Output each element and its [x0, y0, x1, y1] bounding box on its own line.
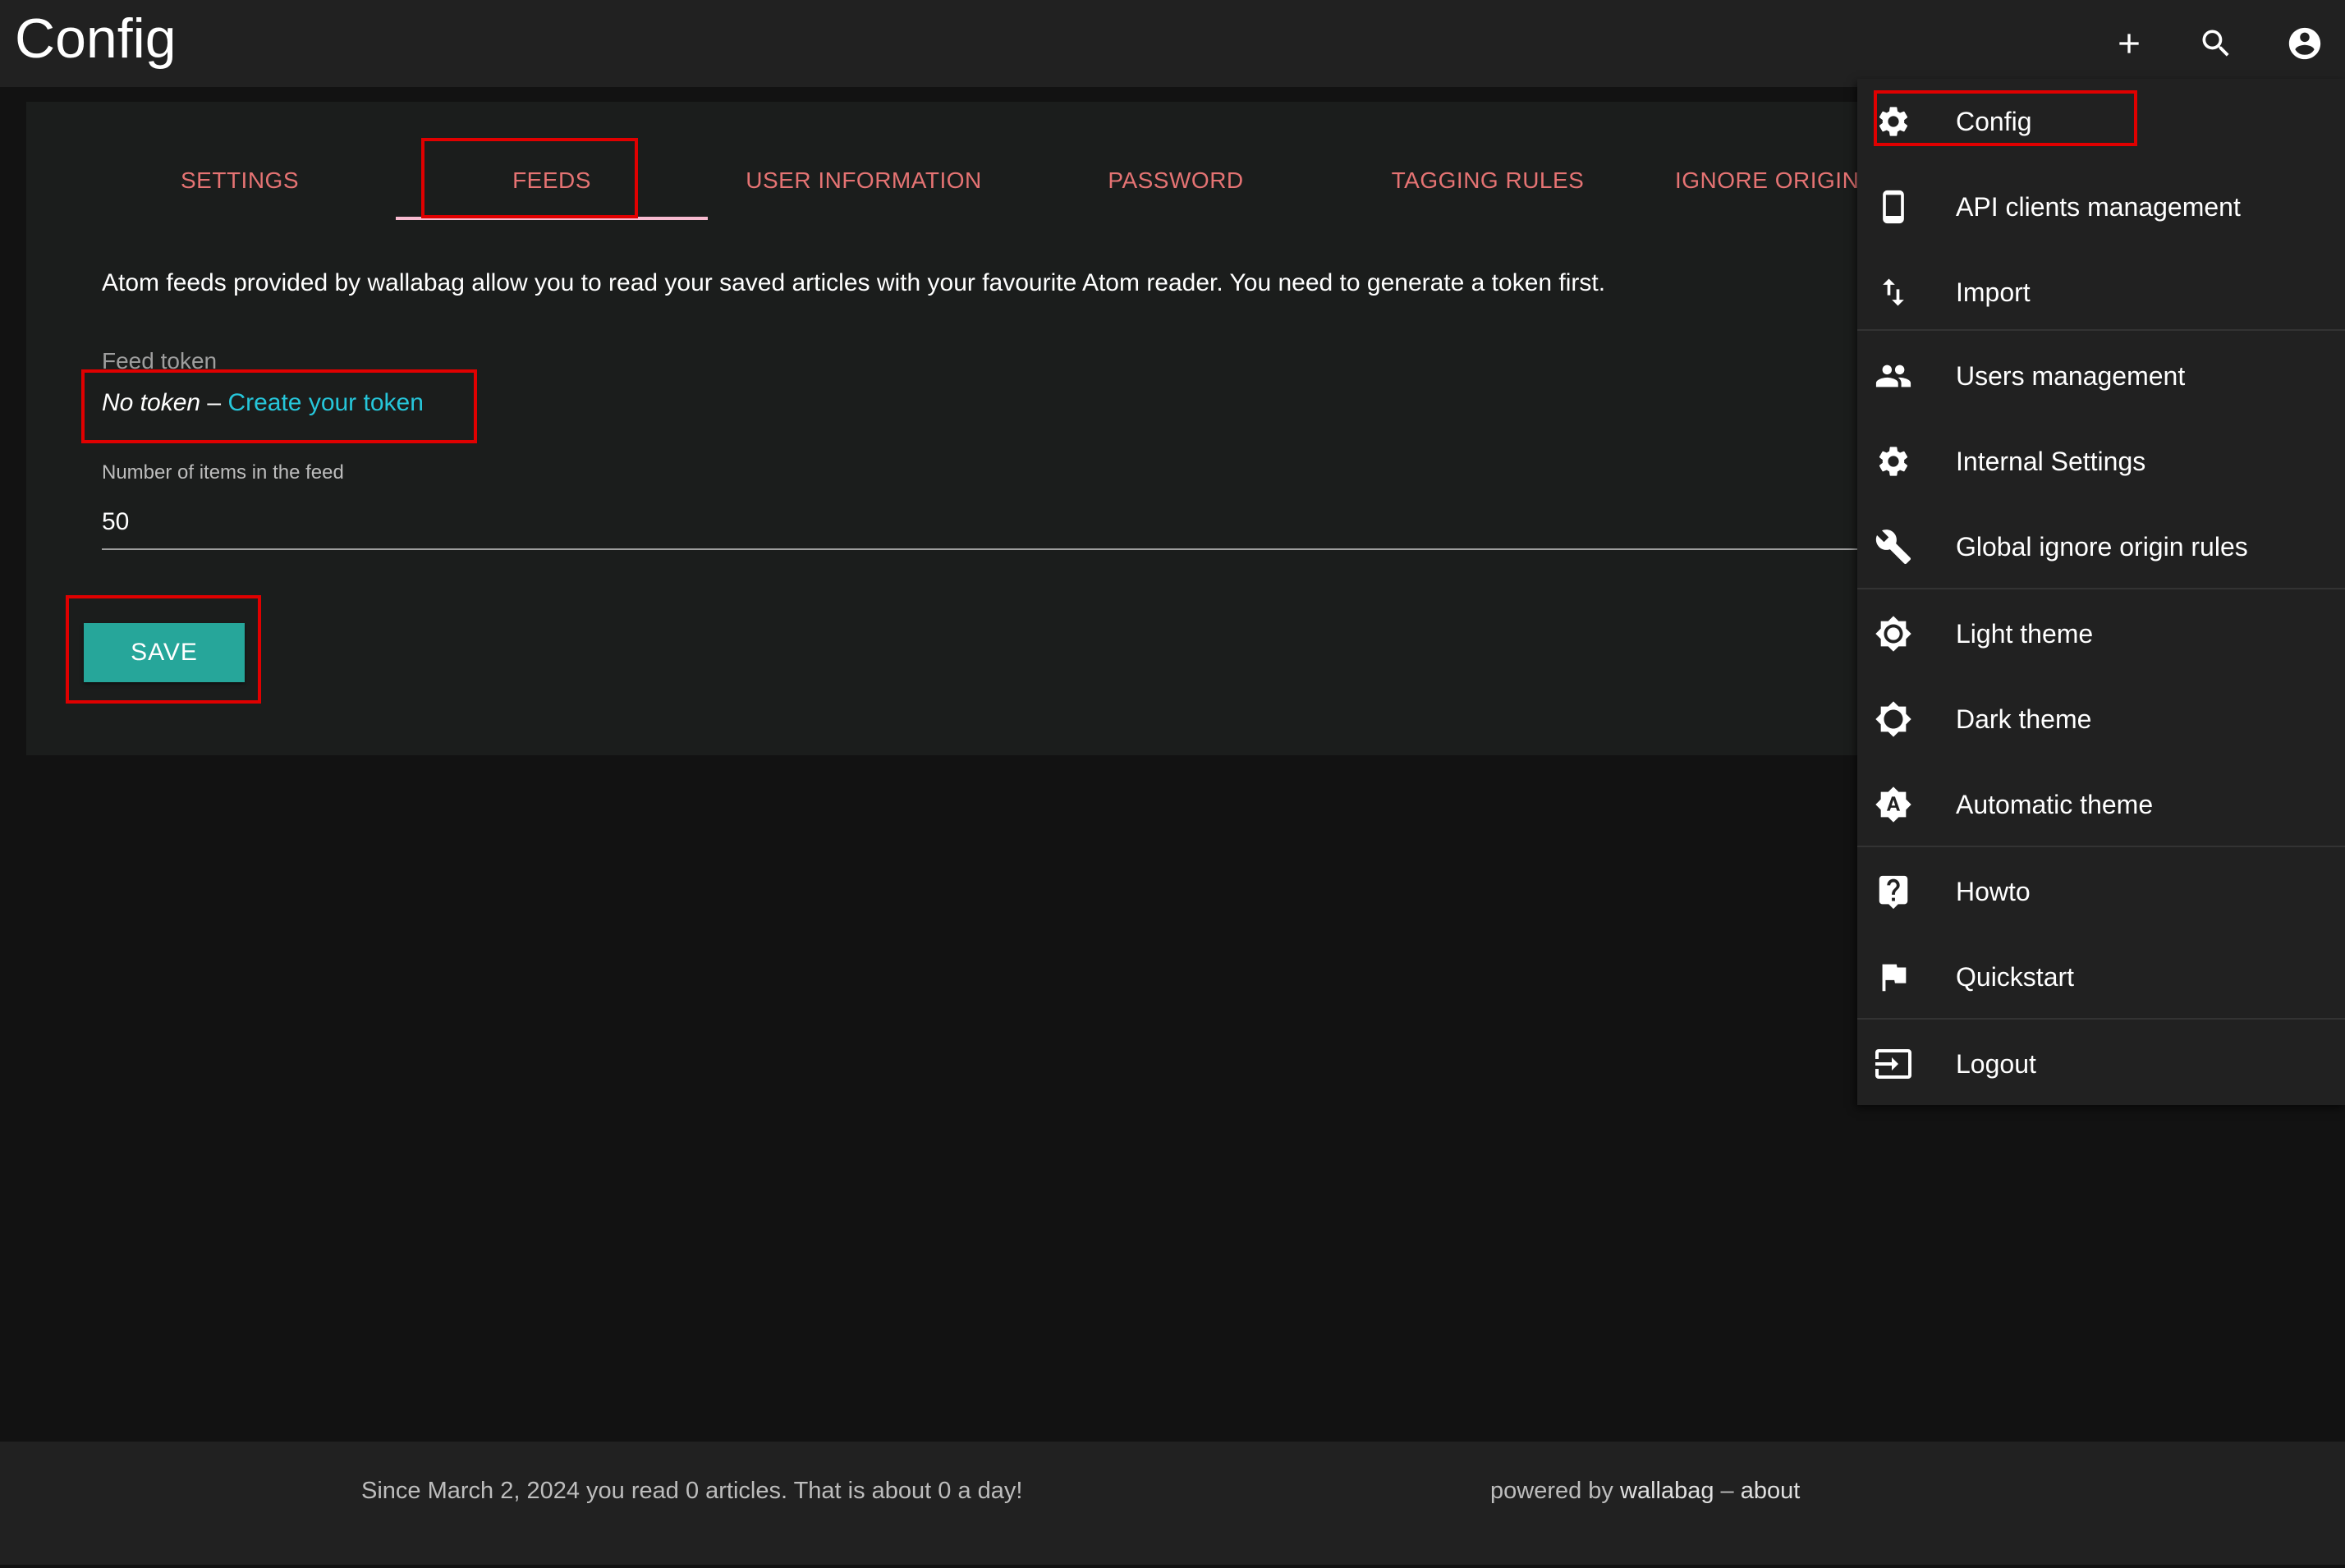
add-icon[interactable] [2100, 15, 2158, 72]
footer-separator: – [1714, 1478, 1741, 1504]
about-link[interactable]: about [1741, 1478, 1801, 1504]
menu-item-label: Global ignore origin rules [1956, 531, 2248, 562]
brightness-icon [1874, 614, 1913, 653]
menu-item-api-clients[interactable]: API clients management [1857, 164, 2345, 250]
items-count-label: Number of items in the feed [102, 461, 344, 484]
highlight-box-create-token [81, 369, 477, 443]
menu-item-label: Quickstart [1956, 961, 2075, 992]
menu-divider [1857, 846, 2345, 847]
menu-item-dark-theme[interactable]: Dark theme [1857, 676, 2345, 762]
highlight-box-feeds-tab [421, 138, 638, 218]
gear-icon [1874, 442, 1913, 481]
menu-item-label: Automatic theme [1956, 789, 2154, 819]
menu-item-quickstart[interactable]: Quickstart [1857, 934, 2345, 1020]
phone-icon [1874, 187, 1913, 227]
import-icon [1874, 273, 1913, 312]
items-count-input[interactable]: 50 [102, 494, 1941, 550]
menu-item-import[interactable]: Import [1857, 250, 2345, 335]
menu-item-label: Light theme [1956, 618, 2094, 649]
user-dropdown-menu: Config API clients management Import Use… [1857, 79, 2345, 1105]
users-icon [1874, 356, 1913, 396]
menu-item-users-management[interactable]: Users management [1857, 333, 2345, 419]
page-title: Config [15, 7, 177, 70]
menu-item-label: API clients management [1956, 191, 2241, 222]
menu-item-label: Logout [1956, 1048, 2036, 1079]
wallabag-link[interactable]: wallabag [1620, 1478, 1714, 1504]
menu-divider [1857, 329, 2345, 331]
top-app-bar: Config [0, 0, 2345, 87]
menu-item-label: Dark theme [1956, 704, 2092, 734]
menu-item-light-theme[interactable]: Light theme [1857, 591, 2345, 676]
menu-item-label: Users management [1956, 360, 2186, 391]
flag-icon [1874, 957, 1913, 997]
powered-by-text: powered by [1490, 1478, 1613, 1504]
feeds-description: Atom feeds provided by wallabag allow yo… [102, 269, 1606, 296]
tab-password[interactable]: PASSWORD [1020, 159, 1332, 202]
menu-item-automatic-theme[interactable]: Automatic theme [1857, 762, 2345, 847]
logout-icon [1874, 1044, 1913, 1084]
menu-item-global-ignore-origin-rules[interactable]: Global ignore origin rules [1857, 504, 2345, 589]
reading-stats: Since March 2, 2024 you read 0 articles.… [361, 1478, 1023, 1504]
help-icon [1874, 872, 1913, 911]
wrench-icon [1874, 527, 1913, 566]
menu-divider [1857, 1018, 2345, 1020]
menu-item-internal-settings[interactable]: Internal Settings [1857, 419, 2345, 504]
page-footer: Since March 2, 2024 you read 0 articles.… [0, 1442, 2345, 1565]
search-icon[interactable] [2187, 15, 2245, 72]
menu-item-label: Howto [1956, 876, 2031, 906]
config-tabs: SETTINGS FEEDS USER INFORMATION PASSWORD… [26, 102, 1980, 220]
menu-item-label: Internal Settings [1956, 446, 2146, 476]
tab-user-information[interactable]: USER INFORMATION [708, 159, 1020, 202]
account-circle-icon[interactable] [2276, 15, 2334, 72]
highlight-box-save [66, 595, 261, 704]
brightness-dark-icon [1874, 699, 1913, 739]
menu-item-logout[interactable]: Logout [1857, 1021, 2345, 1107]
highlight-box-config-menu [1874, 90, 2137, 146]
brightness-auto-icon [1874, 785, 1913, 824]
menu-item-label: Import [1956, 277, 2031, 307]
menu-item-howto[interactable]: Howto [1857, 849, 2345, 934]
tab-settings[interactable]: SETTINGS [84, 159, 396, 202]
powered-by: powered by wallabag – about [1490, 1478, 1800, 1505]
menu-divider [1857, 588, 2345, 589]
tab-tagging-rules[interactable]: TAGGING RULES [1332, 159, 1644, 202]
